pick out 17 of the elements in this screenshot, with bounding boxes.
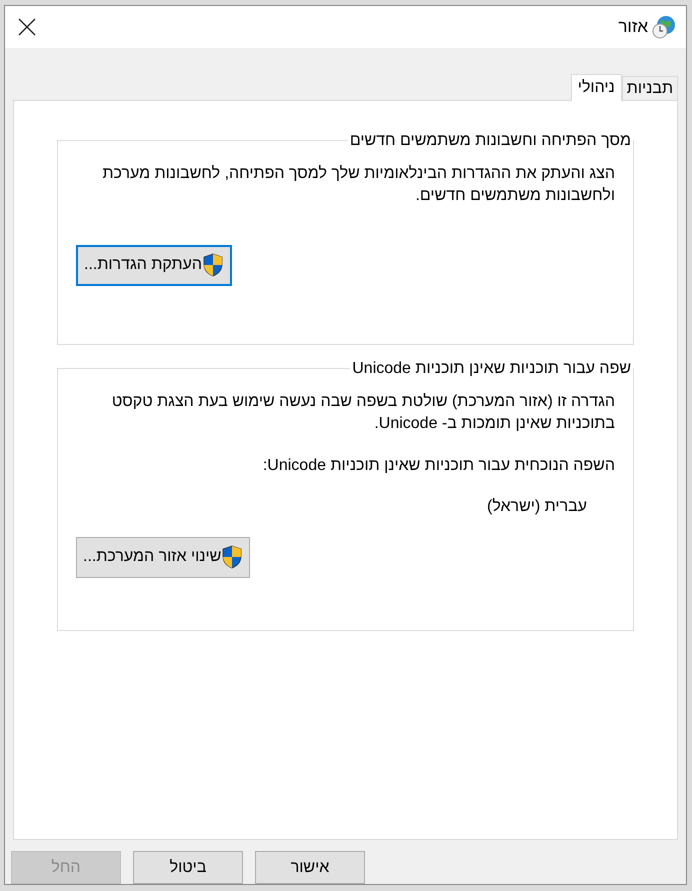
group-title: מסך הפתיחה וחשבונות משתמשים חדשים <box>348 130 632 151</box>
group-title: שפה עבור תוכניות שאינן תוכניות Unicode <box>351 358 632 379</box>
settings-button[interactable]: העתקת הגדרות... <box>76 244 232 286</box>
shield-icon <box>202 253 224 278</box>
description-text: הגדרה זו (אזור המערכת) שולטת בשפה שבה נעשה שימוש בעת הצגת טקסט בתוכניות שאינן תומכות ב- Unicode. <box>110 392 615 434</box>
tab[interactable]: תבניות <box>622 76 678 100</box>
tab[interactable]: ניהולי <box>570 74 622 101</box>
settings-button[interactable]: שינוי אזור המערכת... <box>76 536 250 578</box>
shield-icon <box>221 545 244 570</box>
description-text: הצג והעתק את ההגדרות הבינלאומיות שלך למסך הפתיחה, לחשבונות מערכת ולחשבונות משתמשים חדשים. <box>101 164 615 206</box>
description-text: השפה הנוכחית עבור תוכניות שאינן תוכניות Unicode: <box>262 456 615 476</box>
language-value: עברית (ישראל) <box>486 496 587 517</box>
dialog-button[interactable]: ביטול <box>133 851 243 884</box>
close-icon <box>18 18 36 36</box>
window-title: אזור <box>618 16 648 38</box>
globe-clock-icon <box>652 14 676 39</box>
dialog-button[interactable]: אישור <box>255 851 365 884</box>
